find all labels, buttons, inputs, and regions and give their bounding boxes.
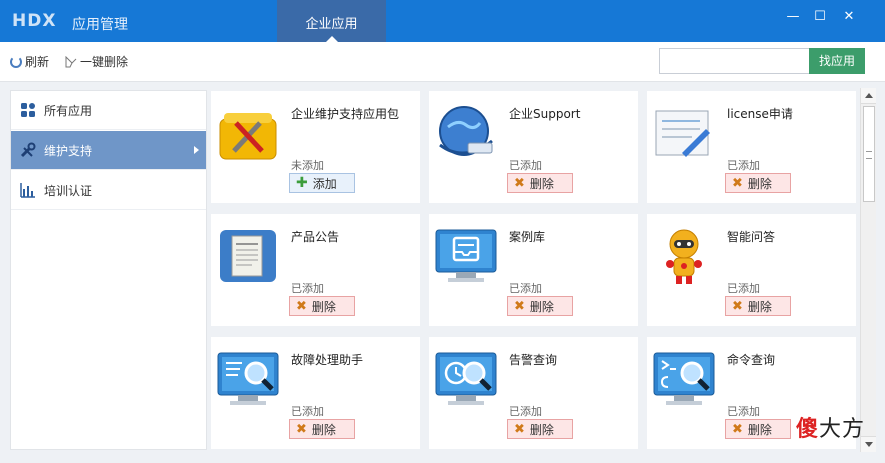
app-status: 已添加 [509, 282, 542, 295]
refresh-label: 刷新 [25, 55, 50, 69]
button-label: 删除 [747, 299, 772, 314]
document-pen-icon [655, 110, 710, 157]
app-status: 已添加 [727, 405, 760, 418]
refresh-icon [10, 55, 22, 68]
broom-icon [65, 55, 77, 67]
sidebar-item-label: 所有应用 [44, 103, 93, 118]
app-card[interactable]: 告警查询 已添加 ✖ 删除 [429, 337, 638, 449]
toolbox-icon [219, 113, 277, 160]
app-status: 已添加 [291, 405, 324, 418]
delete-button[interactable]: ✖ 删除 [725, 296, 791, 316]
chevron-right-icon [194, 146, 199, 154]
button-label: 删除 [311, 299, 336, 314]
watermark: 傻大方 [796, 411, 865, 443]
title-bar: HDX 应用管理 企业应用 — ☐ ✕ [0, 0, 885, 42]
delete-all-button[interactable]: 一键删除 [65, 53, 128, 70]
delete-icon: ✖ [514, 298, 525, 314]
app-logo: HDX [12, 11, 57, 31]
button-label: 删除 [529, 176, 554, 191]
close-button[interactable]: ✕ [835, 6, 863, 28]
button-label: 删除 [747, 176, 772, 191]
delete-icon: ✖ [732, 421, 743, 437]
add-button[interactable]: ✚ 添加 [289, 173, 355, 193]
app-status: 未添加 [291, 159, 324, 172]
delete-button[interactable]: ✖ 删除 [507, 419, 573, 439]
app-title: 告警查询 [509, 353, 558, 367]
monitor-inbox-icon [435, 229, 497, 282]
delete-icon: ✖ [514, 175, 525, 191]
monitor-command-search-icon [653, 352, 715, 405]
app-status: 已添加 [727, 159, 760, 172]
delete-button[interactable]: ✖ 删除 [507, 296, 573, 316]
robot-icon [666, 229, 702, 284]
plus-icon: ✚ [296, 175, 308, 191]
search-input[interactable] [659, 48, 810, 74]
delete-icon: ✖ [732, 175, 743, 191]
sidebar-item-label: 培训认证 [44, 183, 93, 198]
scroll-up-icon[interactable] [861, 88, 876, 104]
bar-chart-icon [20, 183, 35, 198]
app-title: 应用管理 [72, 17, 128, 33]
refresh-button[interactable]: 刷新 [10, 53, 49, 70]
sidebar-item-label: 维护支持 [44, 143, 93, 158]
globe-network-icon [439, 106, 493, 156]
delete-button[interactable]: ✖ 删除 [289, 419, 355, 439]
delete-button[interactable]: ✖ 删除 [289, 296, 355, 316]
app-title: 企业Support [509, 107, 581, 121]
app-status: 已添加 [291, 282, 324, 295]
tab-enterprise-apps[interactable]: 企业应用 [277, 0, 386, 42]
delete-icon: ✖ [514, 421, 525, 437]
app-card[interactable]: 故障处理助手 已添加 ✖ 删除 [211, 337, 420, 449]
maximize-button[interactable]: ☐ [806, 6, 834, 28]
watermark-text: 大方 [819, 417, 866, 442]
sidebar-item-all-apps[interactable]: 所有应用 [11, 91, 206, 130]
app-status: 已添加 [509, 159, 542, 172]
app-status: 已添加 [727, 282, 760, 295]
button-label: 添加 [312, 176, 337, 191]
app-card[interactable]: 产品公告 已添加 ✖ 删除 [211, 214, 420, 326]
sidebar: 所有应用 维护支持 培训认证 [10, 90, 207, 450]
app-title: 故障处理助手 [291, 353, 364, 367]
button-label: 删除 [529, 299, 554, 314]
app-grid: 企业维护支持应用包 未添加 ✚ 添加 企业Support 已添加 ✖ 删除 li… [210, 88, 858, 452]
app-title: 智能问答 [727, 230, 776, 244]
delete-button[interactable]: ✖ 删除 [725, 419, 791, 439]
app-card[interactable]: 案例库 已添加 ✖ 删除 [429, 214, 638, 326]
tools-icon [20, 142, 36, 158]
delete-icon: ✖ [296, 421, 307, 437]
monitor-alarm-search-icon [435, 352, 497, 405]
watermark-char: 傻 [796, 417, 820, 442]
app-card[interactable]: license申请 已添加 ✖ 删除 [647, 91, 856, 203]
apps-grid-icon [21, 103, 35, 117]
app-status: 已添加 [509, 405, 542, 418]
delete-all-label: 一键删除 [80, 55, 129, 69]
sidebar-item-maintenance[interactable]: 维护支持 [11, 131, 206, 170]
delete-icon: ✖ [732, 298, 743, 314]
button-label: 删除 [311, 422, 336, 437]
app-title: license申请 [727, 107, 793, 121]
button-label: 删除 [747, 422, 772, 437]
delete-icon: ✖ [296, 298, 307, 314]
app-title: 命令查询 [727, 353, 776, 367]
announcement-doc-icon [220, 230, 276, 282]
scroll-thumb[interactable] [863, 106, 875, 202]
app-title: 案例库 [509, 230, 546, 244]
delete-button[interactable]: ✖ 删除 [507, 173, 573, 193]
app-card[interactable]: 智能问答 已添加 ✖ 删除 [647, 214, 856, 326]
app-card[interactable]: 企业维护支持应用包 未添加 ✚ 添加 [211, 91, 420, 203]
button-label: 删除 [529, 422, 554, 437]
monitor-search-icon [217, 352, 279, 405]
delete-button[interactable]: ✖ 删除 [725, 173, 791, 193]
app-card[interactable]: 企业Support 已添加 ✖ 删除 [429, 91, 638, 203]
minimize-button[interactable]: — [779, 6, 807, 28]
app-title: 企业维护支持应用包 [291, 107, 400, 121]
app-title: 产品公告 [291, 230, 340, 244]
vertical-scrollbar[interactable] [860, 88, 876, 452]
search-button[interactable]: 找应用 [809, 48, 865, 74]
sidebar-item-training[interactable]: 培训认证 [11, 171, 206, 210]
